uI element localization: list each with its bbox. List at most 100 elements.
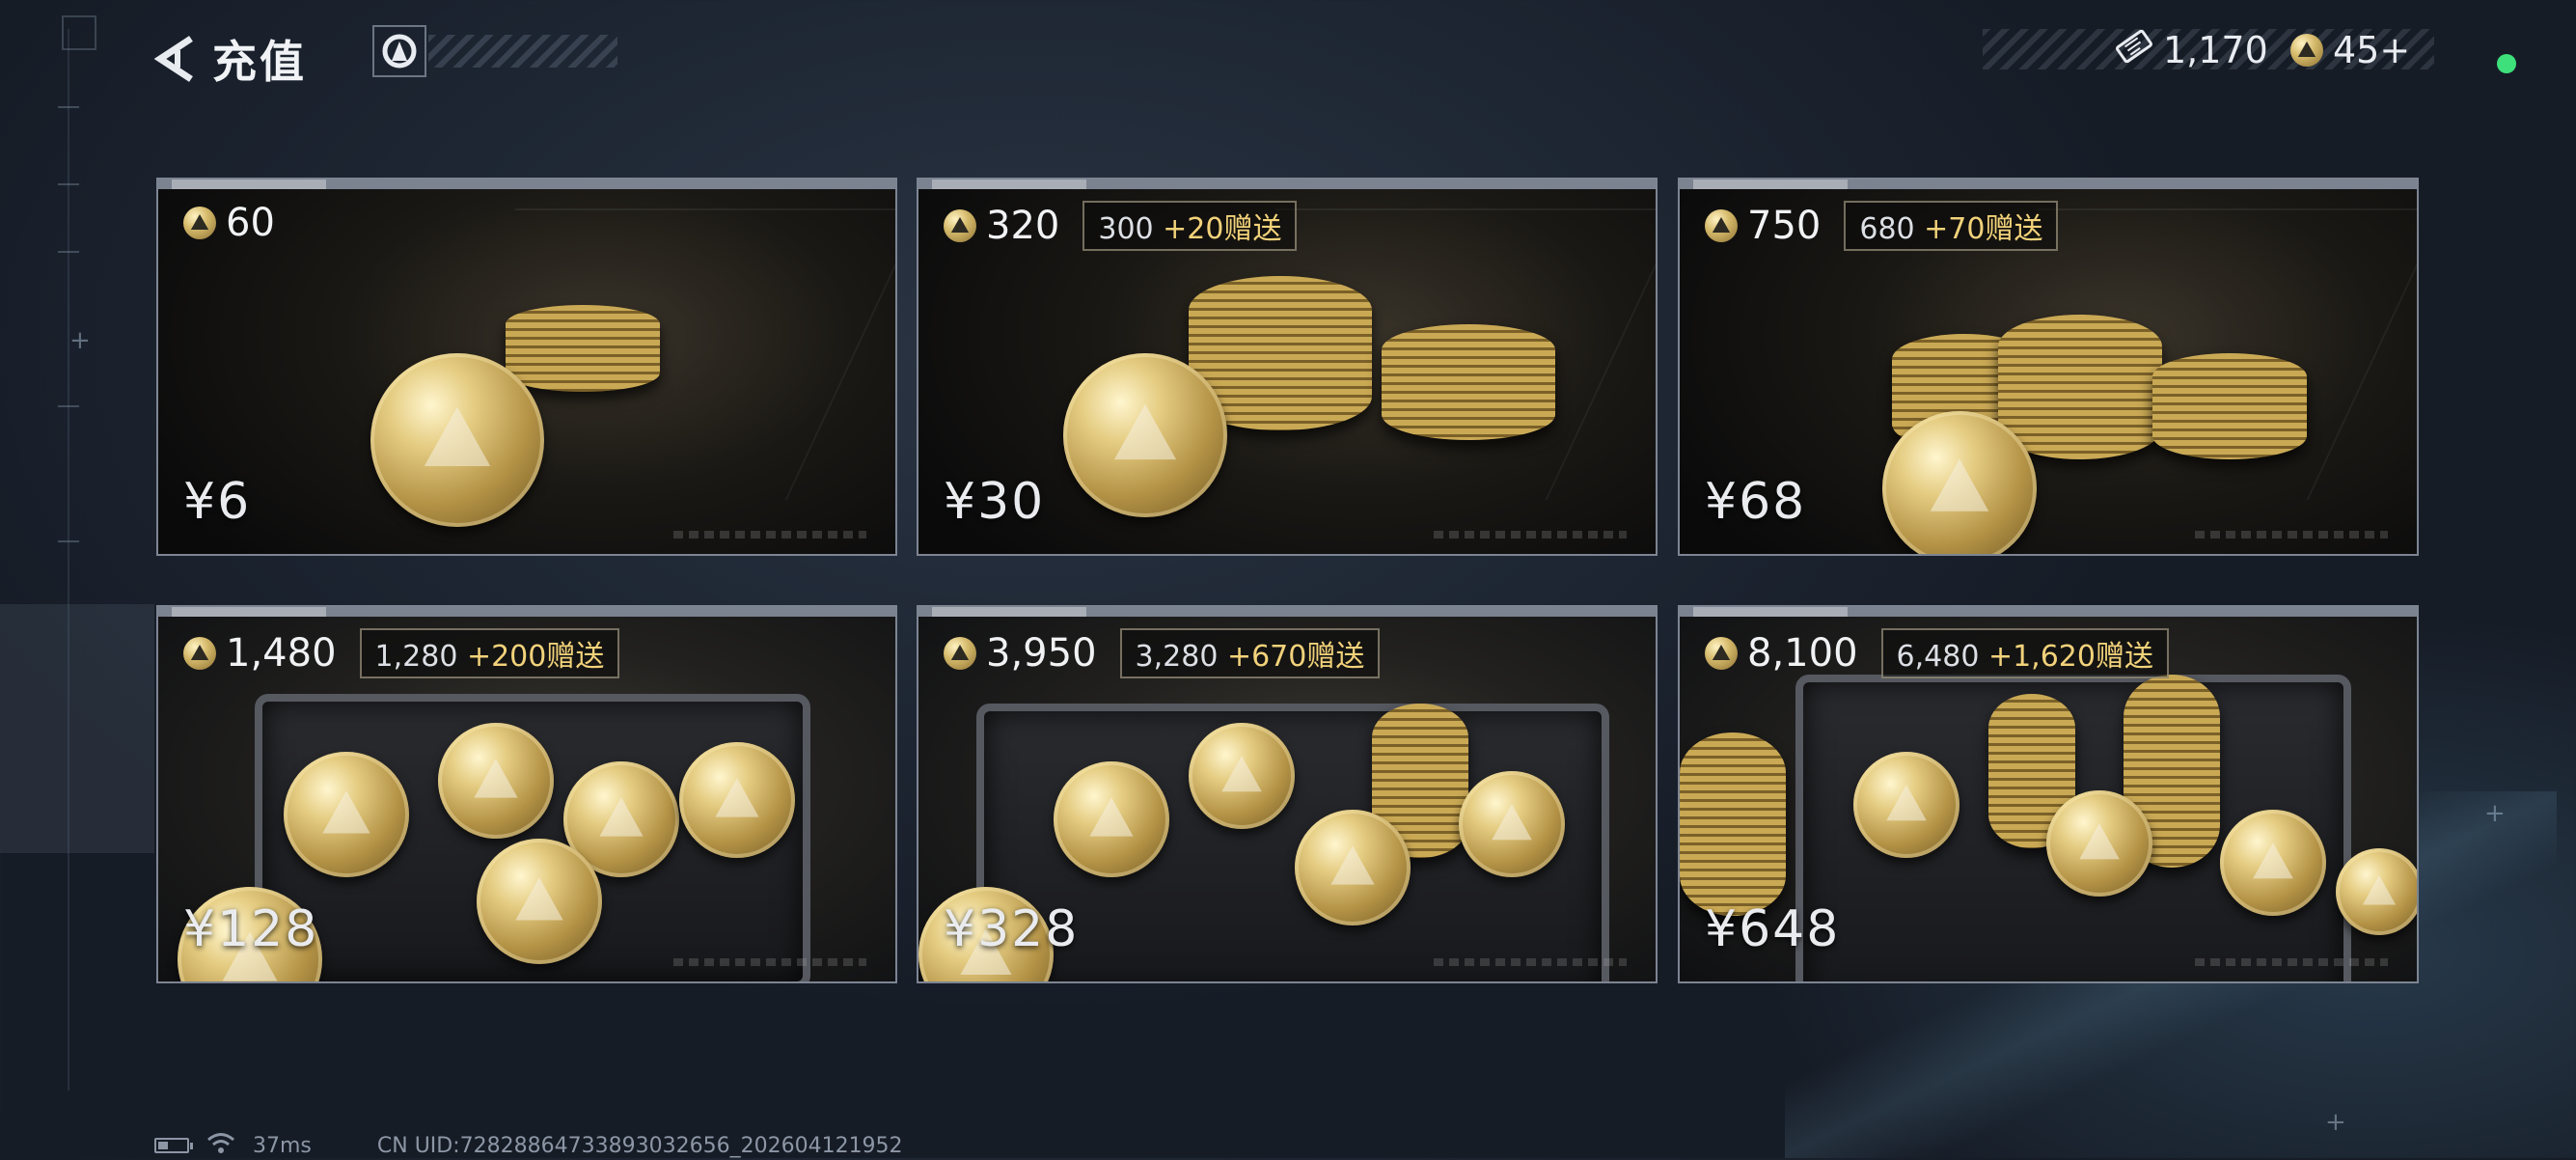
card-micro-text-decoration	[673, 958, 866, 966]
coin-artwork	[2220, 810, 2326, 916]
bonus-tag: 300 +20赠送	[1082, 201, 1298, 251]
crosshair-decoration: +	[69, 326, 91, 355]
bonus-base-value: 6,480	[1896, 640, 1988, 674]
coin-balance[interactable]: 45+	[2290, 29, 2410, 71]
bonus-base-value: 3,280	[1135, 640, 1227, 674]
gem-coin-icon	[2290, 34, 2323, 67]
page-title: 充值	[212, 36, 307, 88]
rail-tick	[58, 540, 79, 542]
product-card[interactable]: 1,480 1,280 +200赠送 ¥128	[156, 605, 897, 983]
coin-count: 45+	[2333, 29, 2411, 71]
chevron-left-icon	[152, 35, 197, 83]
rail-tick	[58, 106, 79, 108]
gem-coin-icon	[1705, 209, 1738, 242]
header-hatch-decoration	[428, 35, 617, 68]
bonus-extra-value: +200赠送	[466, 640, 605, 674]
card-top-strip	[918, 607, 1656, 617]
left-rail-decoration	[68, 29, 69, 1091]
coin-artwork	[1063, 353, 1227, 517]
card-strip-label	[1693, 180, 1848, 189]
bonus-tag: 6,480 +1,620赠送	[1880, 628, 2169, 678]
bonus-extra-value: +670赠送	[1226, 640, 1365, 674]
gem-coin-icon	[183, 207, 216, 239]
wifi-icon	[206, 1131, 235, 1160]
coin-artwork	[1882, 411, 2037, 554]
coin-artwork	[2046, 790, 2152, 897]
rail-tick	[58, 251, 79, 253]
gem-coin-icon	[944, 209, 976, 242]
product-card[interactable]: 8,100 6,480 +1,620赠送 ¥648	[1678, 605, 2419, 983]
price-label: ¥128	[183, 900, 319, 958]
rail-tick	[58, 405, 79, 407]
gem-coin-icon	[1705, 637, 1738, 670]
card-micro-text-decoration	[2195, 531, 2388, 539]
coin-artwork	[370, 353, 544, 527]
battery-icon	[154, 1138, 193, 1153]
bonus-base-value: 680	[1859, 212, 1925, 246]
coin-artwork	[1054, 761, 1169, 877]
bonus-tag: 1,280 +200赠送	[359, 628, 620, 678]
latency-text: 37ms	[253, 1133, 312, 1158]
product-card[interactable]: 3,950 3,280 +670赠送 ¥328	[917, 605, 1658, 983]
battery-fill	[158, 1142, 168, 1149]
game-logo-icon	[372, 25, 426, 77]
coin-artwork	[679, 742, 795, 858]
card-top-strip	[918, 180, 1656, 189]
coin-amount-value: 320	[986, 204, 1060, 248]
card-top-strip	[1680, 607, 2417, 617]
coin-artwork	[284, 752, 409, 877]
bonus-base-value: 300	[1098, 212, 1164, 246]
coin-amount-value: 750	[1747, 204, 1822, 248]
side-panel-ghost	[0, 604, 154, 853]
uid-text: CN UID:7282886473389303265​6_20260412195…	[376, 1133, 903, 1158]
coin-stack-artwork	[1680, 732, 1786, 916]
coin-amount: 750 680 +70赠送	[1705, 201, 2059, 251]
coin-amount: 1,480 1,280 +200赠送	[183, 628, 620, 678]
coin-amount: 8,100 6,480 +1,620赠送	[1705, 628, 2169, 678]
bonus-base-value: 1,280	[374, 640, 467, 674]
card-top-strip	[158, 180, 895, 189]
online-status-dot	[2497, 54, 2516, 73]
gem-coin-icon	[183, 637, 216, 670]
gem-coin-icon	[944, 637, 976, 670]
price-label: ¥648	[1705, 900, 1841, 958]
card-micro-text-decoration	[1434, 531, 1627, 539]
card-strip-label	[172, 607, 326, 617]
back-button[interactable]: 充值	[152, 27, 307, 91]
product-card[interactable]: 60 ¥6	[156, 178, 897, 556]
card-micro-text-decoration	[673, 531, 866, 539]
card-top-strip	[1680, 180, 2417, 189]
price-label: ¥68	[1705, 473, 1807, 531]
price-label: ¥30	[944, 473, 1046, 531]
coin-stack-artwork	[506, 305, 660, 392]
rail-tick	[58, 183, 79, 185]
card-micro-text-decoration	[1434, 958, 1627, 966]
coin-amount-value: 3,950	[986, 631, 1097, 676]
coin-amount: 60	[183, 201, 275, 245]
price-label: ¥6	[183, 473, 252, 531]
ticket-balance[interactable]: 1,170	[2115, 29, 2268, 71]
coin-stack-artwork	[1998, 315, 2162, 459]
coin-artwork	[1853, 752, 1959, 858]
bonus-extra-value: +70赠送	[1924, 212, 2043, 246]
card-strip-label	[1693, 607, 1848, 617]
coin-artwork	[2336, 848, 2417, 935]
coin-stack-artwork	[2152, 353, 2307, 459]
coin-amount-value: 60	[226, 201, 275, 245]
card-micro-text-decoration	[2195, 958, 2388, 966]
device-status-bar: 37ms CN UID:7282886473389303265​6_202604…	[154, 1131, 903, 1160]
bonus-tag: 3,280 +670赠送	[1119, 628, 1381, 678]
product-card[interactable]: 320 300 +20赠送 ¥30	[917, 178, 1658, 556]
price-label: ¥328	[944, 900, 1080, 958]
product-card[interactable]: 750 680 +70赠送 ¥68	[1678, 178, 2419, 556]
coin-artwork	[1295, 810, 1411, 925]
coin-artwork	[1189, 723, 1295, 829]
ticket-icon	[2115, 29, 2153, 71]
card-strip-label	[172, 180, 326, 189]
bonus-extra-value: +1,620赠送	[1987, 640, 2153, 674]
coin-amount-value: 1,480	[226, 631, 337, 676]
coin-amount-value: 8,100	[1747, 631, 1858, 676]
coin-artwork	[438, 723, 554, 839]
card-strip-label	[932, 180, 1086, 189]
bonus-extra-value: +20赠送	[1163, 212, 1282, 246]
